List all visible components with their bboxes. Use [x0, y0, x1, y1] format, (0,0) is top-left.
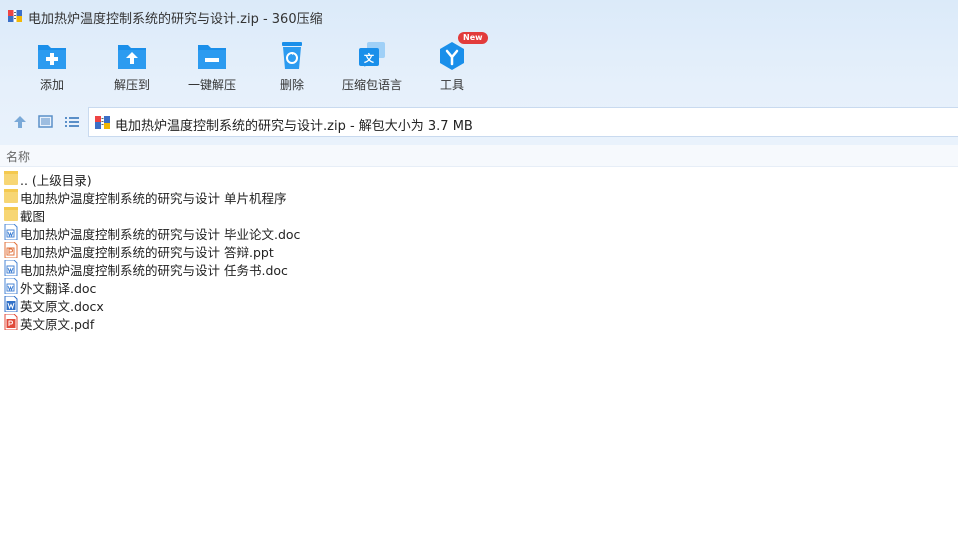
new-badge: New	[458, 32, 488, 44]
delete-label: 删除	[279, 78, 304, 92]
folder-icon	[4, 207, 18, 221]
archive-language-icon: 文	[359, 42, 385, 67]
list-view-icon	[65, 117, 79, 127]
navigation-bar: 电加热炉温度控制系统的研究与设计.zip - 解包大小为 3.7 MB	[0, 106, 958, 138]
recycle-bin-icon	[282, 42, 302, 69]
one-click-extract-button[interactable]: 一键解压	[172, 36, 252, 98]
ppt-file-icon	[4, 242, 18, 258]
archive-language-label: 压缩包语言	[341, 78, 402, 92]
list-item[interactable]: 截图	[0, 205, 958, 224]
up-arrow-icon	[14, 116, 26, 128]
list-item[interactable]: 电加热炉温度控制系统的研究与设计 任务书.doc	[0, 259, 958, 278]
file-name: 英文原文.pdf	[20, 317, 95, 332]
list-item[interactable]: 英文原文.docx	[0, 295, 958, 314]
archive-app-icon	[8, 10, 22, 22]
up-level-button[interactable]	[10, 112, 30, 132]
folder-icon	[4, 189, 18, 203]
doc-file-icon	[4, 278, 18, 294]
add-button[interactable]: 添加	[12, 36, 92, 98]
tools-button[interactable]: New 工具	[412, 32, 492, 98]
list-item[interactable]: .. (上级目录)	[0, 169, 958, 188]
archive-path: 电加热炉温度控制系统的研究与设计.zip - 解包大小为 3.7 MB	[115, 119, 473, 134]
column-header: 名称	[0, 145, 958, 167]
title-bar: 电加热炉温度控制系统的研究与设计.zip - 360压缩	[0, 0, 958, 32]
top-area: 电加热炉温度控制系统的研究与设计.zip - 360压缩 添加 解压到 一键解压…	[0, 0, 958, 145]
tools-label: 工具	[439, 78, 464, 92]
thumbnail-view-icon	[38, 115, 53, 128]
add-folder-icon	[38, 45, 66, 69]
address-bar[interactable]: 电加热炉温度控制系统的研究与设计.zip - 解包大小为 3.7 MB	[88, 107, 958, 137]
toolbar: 添加 解压到 一键解压 删除 文 压缩包语言 New 工具	[0, 32, 958, 98]
minimize-button[interactable]	[520, 0, 552, 6]
list-item[interactable]: 外文翻译.doc	[0, 277, 958, 296]
extract-to-label: 解压到	[113, 78, 150, 92]
extract-to-icon	[118, 45, 146, 69]
archive-language-button[interactable]: 文 压缩包语言	[332, 36, 412, 98]
list-item[interactable]: 电加热炉温度控制系统的研究与设计 单片机程序	[0, 187, 958, 206]
list-item[interactable]: 英文原文.pdf	[0, 313, 958, 332]
zip-file-icon	[95, 116, 110, 129]
thumbnail-view-button[interactable]	[36, 112, 56, 132]
name-column-header[interactable]: 名称	[6, 148, 30, 165]
one-click-extract-icon	[198, 45, 226, 69]
one-click-extract-label: 一键解压	[187, 78, 236, 92]
delete-button[interactable]: 删除	[252, 36, 332, 98]
add-label: 添加	[39, 78, 64, 92]
list-item[interactable]: 电加热炉温度控制系统的研究与设计 毕业论文.doc	[0, 223, 958, 242]
doc-file-icon	[4, 224, 18, 240]
svg-text:文: 文	[364, 52, 375, 65]
extract-to-button[interactable]: 解压到	[92, 36, 172, 98]
doc-file-icon	[4, 260, 18, 276]
folder-icon	[4, 171, 18, 185]
close-button[interactable]	[920, 0, 952, 6]
list-view-button[interactable]	[62, 112, 82, 132]
pdf-file-icon	[4, 314, 18, 330]
window-title: 电加热炉温度控制系统的研究与设计.zip - 360压缩	[28, 12, 323, 27]
file-list: .. (上级目录) 电加热炉温度控制系统的研究与设计 单片机程序 截图 电加热炉…	[0, 169, 958, 332]
list-item[interactable]: 电加热炉温度控制系统的研究与设计 答辩.ppt	[0, 241, 958, 260]
docx-file-icon	[4, 296, 18, 312]
tools-icon	[440, 42, 464, 70]
